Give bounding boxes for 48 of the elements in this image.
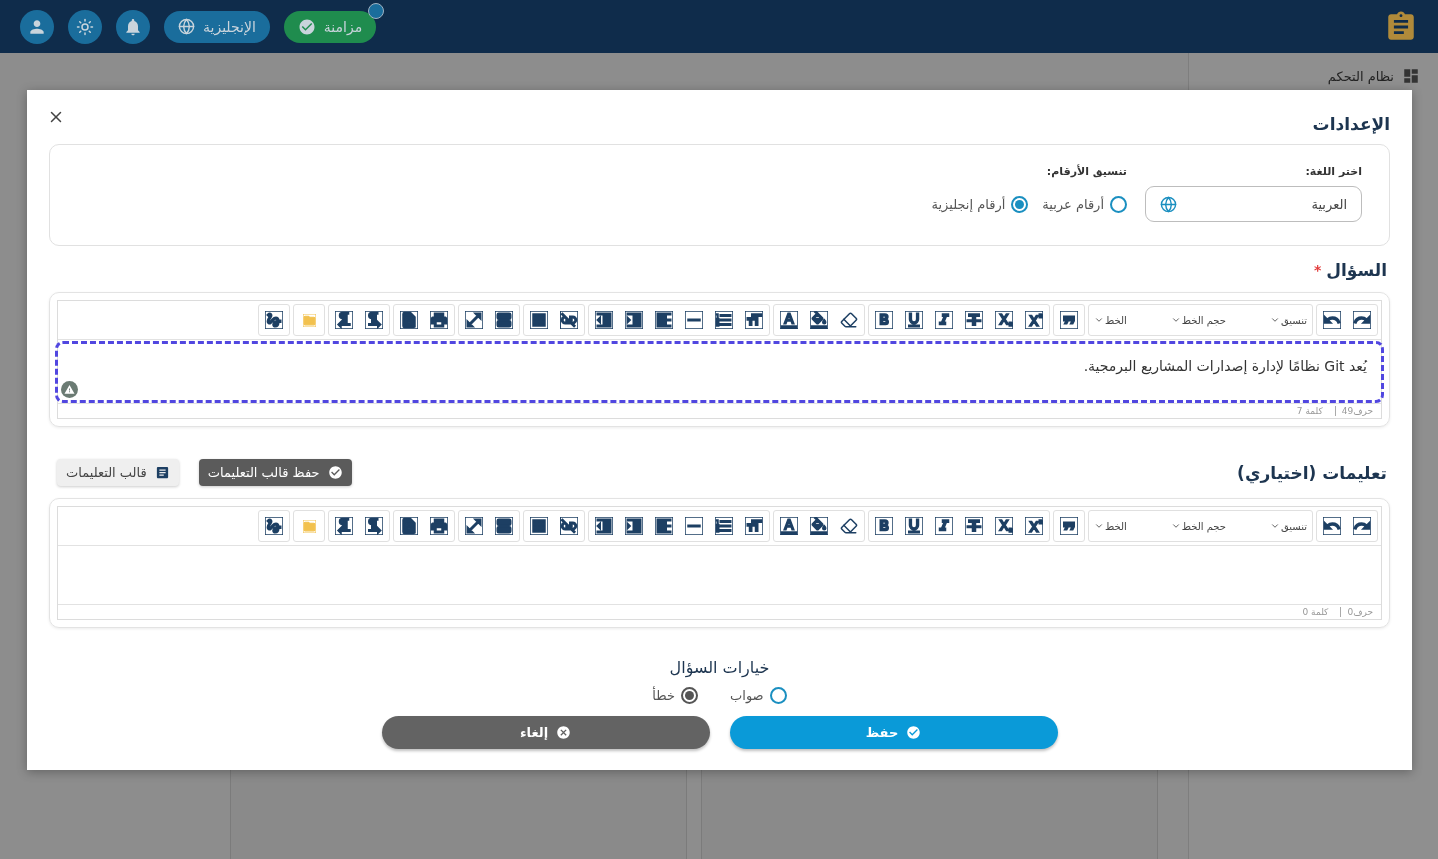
font-dropdown[interactable]: الخط xyxy=(1089,511,1132,541)
font-dropdown[interactable]: الخط xyxy=(1089,305,1132,335)
font-size-dropdown[interactable]: حجم الخط xyxy=(1165,305,1231,335)
chevron-down-icon xyxy=(1094,521,1104,531)
brightness-icon[interactable] xyxy=(68,9,102,44)
chevron-down-icon xyxy=(1269,521,1280,531)
chevron-down-icon xyxy=(1170,315,1181,325)
editor-focus-outline[interactable]: يُعد Git نظامًا لإدارة إصدارات المشاريع البرمجية. xyxy=(55,341,1384,403)
section-title: تعليمات (اختياري) xyxy=(1237,462,1387,483)
chevron-down-icon xyxy=(1094,315,1104,325)
section-title: الإعدادات xyxy=(1312,114,1390,134)
field-label: اختر اللغة: xyxy=(1304,165,1362,178)
number-format-radio[interactable]: أرقام عربية xyxy=(1042,195,1127,213)
editor-text: يُعد Git نظامًا لإدارة إصدارات المشاريع البرمجية. xyxy=(1083,358,1367,374)
character-count: حرف49 xyxy=(1334,406,1373,416)
cancel-icon xyxy=(556,725,572,740)
cancel-button[interactable]: إلغاء xyxy=(381,716,710,749)
globe-icon xyxy=(1160,195,1177,213)
font-size-dropdown[interactable]: حجم الخط xyxy=(1165,511,1231,541)
warning-icon xyxy=(61,381,78,398)
format-dropdown[interactable]: تنسيق xyxy=(1264,305,1312,335)
sidebar-item[interactable]: نظام التحكم xyxy=(1327,68,1394,84)
template-button[interactable]: حفظ قالب التعليمات xyxy=(198,459,352,486)
chevron-down-icon xyxy=(1269,315,1280,325)
bell-icon[interactable] xyxy=(116,9,150,44)
document-icon xyxy=(154,465,170,480)
template-button[interactable]: قالب التعليمات xyxy=(57,459,179,486)
section-title: السؤال xyxy=(1326,260,1387,280)
word-count: كلمة 7 xyxy=(1295,406,1324,416)
options-title: خيارات السؤال xyxy=(669,658,770,677)
user-icon[interactable] xyxy=(20,9,54,44)
dashboard-icon xyxy=(1402,67,1420,85)
required-mark: * xyxy=(1313,262,1322,278)
language-button[interactable]: الإنجليزية xyxy=(164,10,270,43)
number-format-radio[interactable]: أرقام إنجليزية xyxy=(931,195,1029,213)
field-label: تنسيق الأرقام: xyxy=(1045,165,1127,178)
radio-circle[interactable] xyxy=(681,687,699,704)
answer-radio[interactable]: صواب xyxy=(730,687,787,704)
language-select[interactable]: العربية xyxy=(1145,186,1362,222)
word-count: كلمة 0 xyxy=(1301,607,1330,617)
chevron-down-icon xyxy=(1170,521,1181,531)
answer-radio[interactable]: خطأ xyxy=(652,687,699,704)
character-count: حرف0 xyxy=(1340,607,1373,617)
radio-circle[interactable] xyxy=(1011,195,1029,213)
radio-circle[interactable] xyxy=(769,687,787,704)
radio-circle[interactable] xyxy=(1110,195,1127,213)
format-dropdown[interactable]: تنسيق xyxy=(1264,511,1312,541)
globe-icon xyxy=(178,18,195,35)
